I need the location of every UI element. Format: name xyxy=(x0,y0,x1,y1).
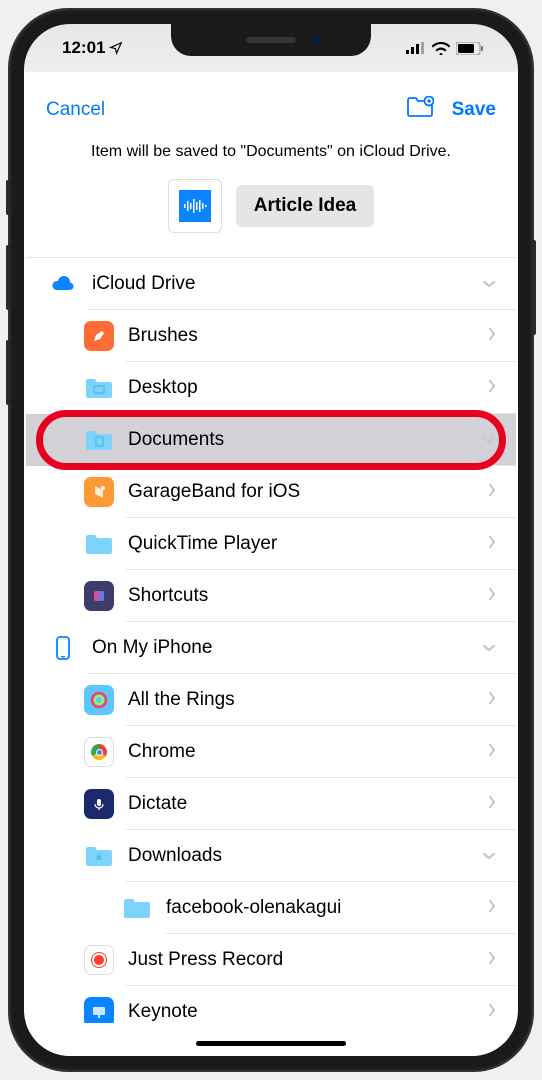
notch xyxy=(171,24,371,56)
cloud-icon xyxy=(48,269,78,299)
chevron-down-icon xyxy=(482,275,496,293)
chevron-down-icon xyxy=(482,639,496,657)
folder-label: Documents xyxy=(128,429,482,451)
location-label: On My iPhone xyxy=(92,637,482,659)
folder-row-documents[interactable]: Documents xyxy=(26,414,516,466)
file-list[interactable]: iCloud Drive Brushes Desktop Documents G… xyxy=(26,257,516,1023)
file-preview: Article Idea xyxy=(26,179,516,257)
chevron-right-icon xyxy=(488,379,496,398)
folder-label: Brushes xyxy=(128,325,488,347)
chevron-right-icon xyxy=(488,795,496,814)
folder-label: Chrome xyxy=(128,741,488,763)
chevron-right-icon xyxy=(488,1003,496,1022)
folder-icon xyxy=(84,997,114,1023)
chevron-right-icon xyxy=(488,951,496,970)
wifi-icon xyxy=(432,42,450,55)
folder-row-brushes[interactable]: Brushes xyxy=(26,310,516,362)
folder-label: Desktop xyxy=(128,377,488,399)
folder-row-just-press-record[interactable]: Just Press Record xyxy=(26,934,516,986)
location-row-on-my-iphone[interactable]: On My iPhone xyxy=(26,622,516,674)
phone-frame: 12:01 xyxy=(10,10,532,1070)
folder-icon xyxy=(84,737,114,767)
folder-icon xyxy=(84,945,114,975)
screen: 12:01 xyxy=(24,24,518,1056)
folder-icon xyxy=(84,685,114,715)
folder-row-garageband-for-ios[interactable]: GarageBand for iOS xyxy=(26,466,516,518)
folder-icon xyxy=(84,425,114,455)
folder-label: facebook-olenakagui xyxy=(166,897,488,919)
folder-label: Shortcuts xyxy=(128,585,488,607)
folder-row-quicktime-player[interactable]: QuickTime Player xyxy=(26,518,516,570)
folder-label: QuickTime Player xyxy=(128,533,488,555)
location-row-icloud-drive[interactable]: iCloud Drive xyxy=(26,258,516,310)
folder-label: GarageBand for iOS xyxy=(128,481,488,503)
phone-icon xyxy=(48,633,78,663)
folder-icon xyxy=(84,789,114,819)
cancel-button[interactable]: Cancel xyxy=(46,99,105,121)
folder-row-all-the-rings[interactable]: All the Rings xyxy=(26,674,516,726)
audio-waveform-icon xyxy=(179,190,211,222)
folder-row-keynote[interactable]: Keynote xyxy=(26,986,516,1023)
save-button[interactable]: Save xyxy=(452,99,496,121)
cellular-signal-icon xyxy=(406,42,426,54)
file-name-field[interactable]: Article Idea xyxy=(236,185,374,227)
folder-row-shortcuts[interactable]: Shortcuts xyxy=(26,570,516,622)
folder-label: Downloads xyxy=(128,845,482,867)
chevron-down-icon xyxy=(482,847,496,865)
folder-icon xyxy=(84,841,114,871)
chevron-down-icon xyxy=(482,431,496,449)
folder-row-desktop[interactable]: Desktop xyxy=(26,362,516,414)
save-destination-info: Item will be saved to "Documents" on iCl… xyxy=(26,135,516,179)
chevron-right-icon xyxy=(488,327,496,346)
chevron-right-icon xyxy=(488,691,496,710)
folder-icon xyxy=(84,477,114,507)
folder-row-facebook-olenakagui[interactable]: facebook-olenakagui xyxy=(26,882,516,934)
save-modal: Cancel Save Item will be saved to "Docum… xyxy=(26,80,516,1056)
folder-icon xyxy=(84,373,114,403)
new-folder-button[interactable] xyxy=(406,96,434,123)
folder-icon xyxy=(84,581,114,611)
chevron-right-icon xyxy=(488,535,496,554)
folder-row-downloads[interactable]: Downloads xyxy=(26,830,516,882)
folder-label: Keynote xyxy=(128,1001,488,1023)
chevron-right-icon xyxy=(488,743,496,762)
battery-icon xyxy=(456,42,484,55)
folder-icon xyxy=(84,529,114,559)
chevron-right-icon xyxy=(488,587,496,606)
status-time: 12:01 xyxy=(62,38,105,58)
file-thumbnail xyxy=(168,179,222,233)
location-label: iCloud Drive xyxy=(92,273,482,295)
location-arrow-icon xyxy=(109,41,123,55)
folder-icon xyxy=(84,321,114,351)
folder-label: All the Rings xyxy=(128,689,488,711)
home-indicator[interactable] xyxy=(196,1041,346,1046)
folder-label: Dictate xyxy=(128,793,488,815)
chevron-right-icon xyxy=(488,483,496,502)
folder-icon xyxy=(122,893,152,923)
folder-row-dictate[interactable]: Dictate xyxy=(26,778,516,830)
folder-row-chrome[interactable]: Chrome xyxy=(26,726,516,778)
chevron-right-icon xyxy=(488,899,496,918)
nav-bar: Cancel Save xyxy=(26,80,516,135)
folder-label: Just Press Record xyxy=(128,949,488,971)
